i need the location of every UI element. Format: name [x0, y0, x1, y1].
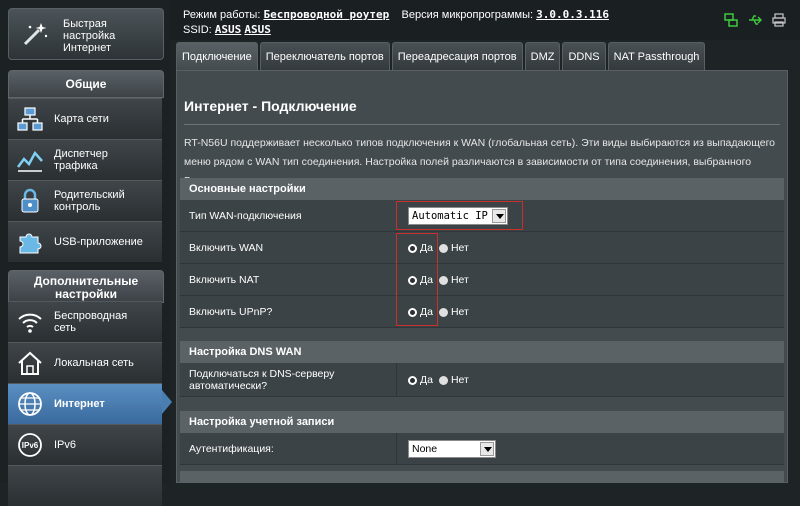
auto-dns-no-radio[interactable]: Нет [438, 374, 469, 386]
sidebar-item-network-map[interactable]: Карта сети [8, 98, 162, 139]
ipv6-icon: IPv6 [18, 433, 42, 457]
magic-wand-icon [23, 23, 48, 46]
enable-wan-no-radio[interactable]: Нет [438, 242, 469, 254]
enable-upnp-label: Включить UPnP? [189, 306, 273, 318]
main-panel: Интернет - Подключение RT-N56U поддержив… [176, 70, 788, 483]
page-title: Интернет - Подключение [184, 98, 357, 114]
sidebar-item-wireless[interactable]: Беспроводная сеть [8, 301, 162, 342]
quick-setup-button[interactable]: Быстрая настройка Интернет [8, 8, 164, 60]
globe-icon [18, 392, 42, 416]
sidebar-item-parental-control[interactable]: Родительский контроль [8, 180, 162, 221]
radio-unselected-icon[interactable] [438, 375, 448, 385]
ssid-link-1[interactable]: ASUS [215, 23, 242, 36]
next-section-header [180, 471, 784, 483]
usb-icon[interactable] [748, 13, 762, 27]
puzzle-icon [19, 233, 42, 254]
tab-dmz[interactable]: DMZ [524, 42, 561, 70]
home-icon [18, 351, 42, 375]
radio-no-label: Нет [450, 242, 469, 254]
lock-icon [21, 188, 39, 213]
network-map-icon [17, 107, 43, 131]
radio-selected-icon[interactable] [408, 375, 417, 385]
printer-icon[interactable] [772, 13, 786, 27]
firmware-value-link[interactable]: 3.0.0.3.116 [536, 8, 609, 21]
sidebar-item-lan[interactable]: Локальная сеть [8, 342, 162, 383]
auto-dns-label: Подключаться к DNS-серверу автоматически… [189, 368, 335, 392]
auto-dns-row: Подключаться к DNS-серверу автоматически… [180, 363, 784, 397]
sidebar-item-label: Диспетчер трафика [54, 148, 108, 172]
auth-label: Аутентификация: [189, 443, 274, 455]
enable-nat-label: Включить NAT [189, 274, 260, 286]
enable-wan-label: Включить WAN [189, 242, 264, 254]
tab-port-switch[interactable]: Переключатель портов [259, 42, 390, 70]
enable-nat-row: Включить NAT Да Нет [180, 264, 784, 296]
highlight-box-wan-type [396, 201, 523, 230]
radio-no-label: Нет [450, 306, 469, 318]
active-item-arrow [162, 390, 172, 414]
top-status-bar: Режим работы: Беспроводной роутер Версия… [170, 0, 800, 40]
mode-value-link[interactable]: Беспроводной роутер [263, 8, 389, 21]
section-advanced-header: Дополнительные настройки [8, 270, 164, 303]
sidebar-item-label: Карта сети [54, 113, 109, 125]
sidebar-item-ipv6[interactable]: IPv6 IPv6 [8, 424, 162, 465]
wan-type-label: Тип WAN-подключения [189, 210, 302, 222]
enable-upnp-no-radio[interactable]: Нет [438, 306, 469, 318]
sidebar-item-label: Интернет [54, 398, 105, 410]
dns-settings-header: Настройка DNS WAN [180, 341, 784, 363]
radio-unselected-icon[interactable] [438, 275, 448, 285]
auth-row: Аутентификация: None [180, 433, 784, 465]
mode-line: Режим работы: Беспроводной роутер Версия… [183, 8, 609, 21]
sidebar-item-label: Родительский контроль [54, 189, 125, 213]
ssid-label: SSID: [183, 24, 212, 36]
tab-ddns[interactable]: DDNS [562, 42, 606, 70]
chevron-down-icon[interactable] [480, 442, 494, 456]
firmware-label: Версия микропрограммы: [401, 9, 534, 21]
sidebar-item-more[interactable] [8, 465, 162, 506]
auth-select[interactable]: None [408, 440, 496, 458]
sidebar-item-label: IPv6 [54, 439, 77, 451]
svg-text:IPv6: IPv6 [22, 441, 39, 450]
sidebar-item-label: Беспроводная сеть [54, 310, 128, 334]
radio-unselected-icon[interactable] [438, 307, 448, 317]
sidebar-item-label: Локальная сеть [54, 357, 134, 369]
sidebar-item-internet[interactable]: Интернет [8, 383, 162, 424]
auth-value: None [412, 443, 438, 455]
enable-wan-row: Включить WAN Да Нет [180, 232, 784, 264]
tab-nat-passthrough[interactable]: NAT Passthrough [607, 42, 706, 70]
sidebar-item-usb-app[interactable]: USB-приложение [8, 221, 162, 262]
wifi-icon [18, 313, 42, 333]
network-status-icon[interactable] [724, 13, 738, 27]
sidebar-item-label: USB-приложение [54, 236, 143, 248]
radio-yes-label: Да [420, 374, 433, 386]
tab-bar: Подключение Переключатель портов Переадр… [176, 42, 706, 70]
highlight-box-yes-options [396, 233, 438, 326]
tab-port-forwarding[interactable]: Переадресация портов [391, 42, 523, 70]
basic-settings-header: Основные настройки [180, 178, 784, 200]
radio-no-label: Нет [450, 274, 469, 286]
sidebar-item-traffic-manager[interactable]: Диспетчер трафика [8, 139, 162, 180]
tab-connection[interactable]: Подключение [176, 42, 258, 70]
enable-upnp-row: Включить UPnP? Да Нет [180, 296, 784, 328]
enable-nat-no-radio[interactable]: Нет [438, 274, 469, 286]
account-settings-header: Настройка учетной записи [180, 411, 784, 433]
ssid-line: SSID: ASUS ASUS [183, 23, 271, 36]
section-general-header: Общие [8, 70, 164, 98]
row-separator [396, 433, 397, 465]
quick-setup-label: Быстрая настройка Интернет [63, 18, 116, 54]
status-icons [724, 13, 786, 27]
title-divider [184, 124, 780, 125]
row-separator [396, 363, 397, 397]
sidebar: Быстрая настройка Интернет Общие Карта с… [0, 0, 172, 506]
mode-label: Режим работы: [183, 9, 261, 21]
ssid-link-2[interactable]: ASUS [244, 23, 271, 36]
auto-dns-yes-radio[interactable]: Да [408, 374, 433, 386]
radio-no-label: Нет [450, 374, 469, 386]
traffic-manager-icon [17, 150, 43, 172]
radio-unselected-icon[interactable] [438, 243, 448, 253]
